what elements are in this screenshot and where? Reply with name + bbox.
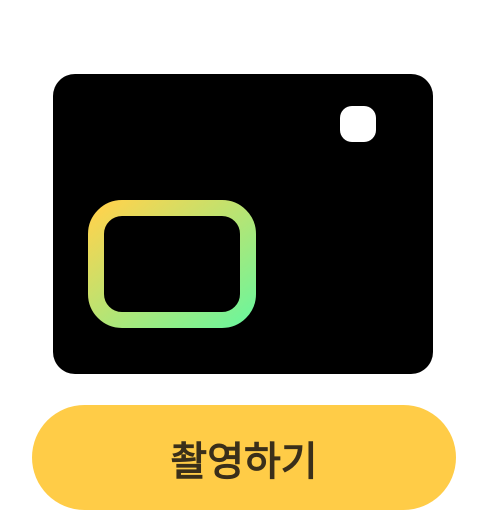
camera-screen: 촬영하기	[0, 0, 488, 512]
lens-frame-icon	[88, 200, 256, 328]
flash-dot-icon	[340, 106, 376, 142]
capture-button[interactable]: 촬영하기	[32, 405, 456, 510]
capture-button-label: 촬영하기	[170, 438, 318, 485]
